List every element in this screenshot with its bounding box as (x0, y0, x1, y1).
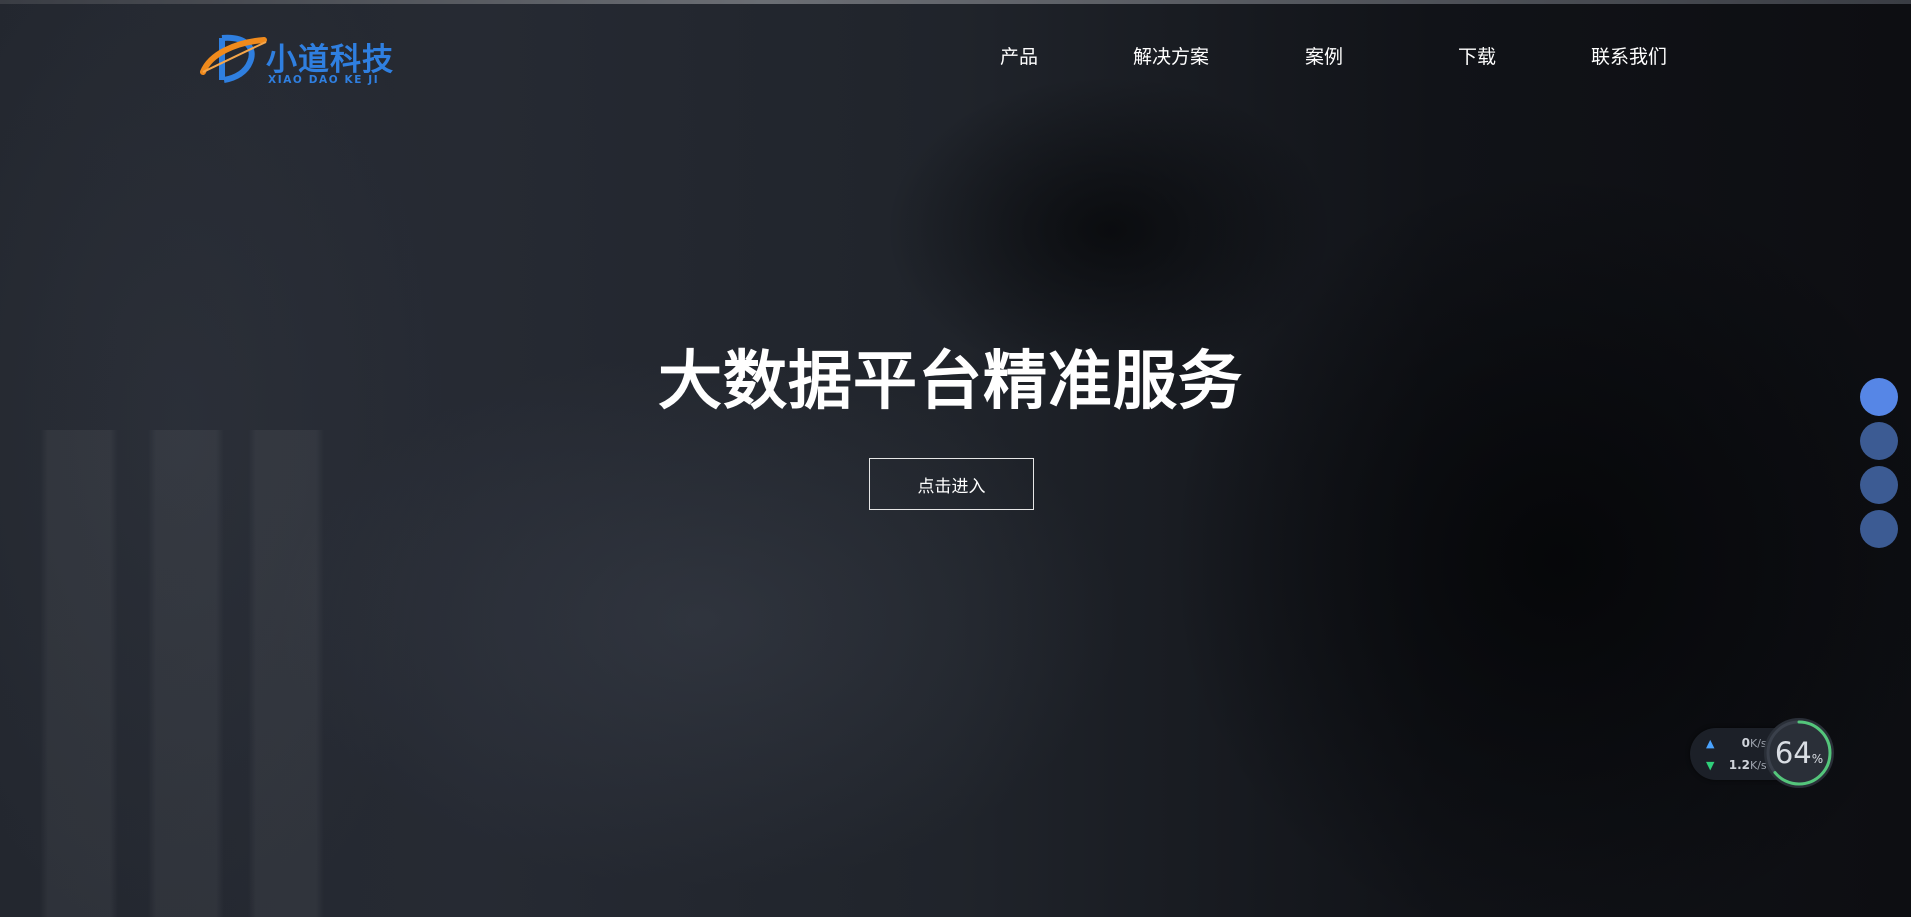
nav-item-solutions[interactable]: 解决方案 (1133, 42, 1209, 69)
upload-speed-value: 0 (1741, 736, 1750, 750)
cpu-percent-number: 64 (1774, 736, 1812, 770)
download-speed: ▼ 1.2K/s (1706, 758, 1767, 772)
download-speed-value: 1.2 (1728, 758, 1750, 772)
top-border (0, 0, 1911, 4)
pager-dot-1[interactable] (1860, 378, 1898, 416)
nav-item-contact[interactable]: 联系我们 (1591, 42, 1667, 69)
arrow-down-icon: ▼ (1706, 759, 1715, 772)
nav-item-cases[interactable]: 案例 (1305, 42, 1343, 69)
pager-dot-4[interactable] (1860, 510, 1898, 548)
arrow-up-icon: ▲ (1706, 737, 1715, 750)
upload-speed: ▲ 0K/s (1706, 736, 1767, 750)
cpu-usage-value: 64% (1762, 736, 1836, 770)
nav-item-download[interactable]: 下载 (1458, 42, 1496, 69)
network-speed-widget[interactable]: ▲ 0K/s ▼ 1.2K/s 64% (1690, 716, 1836, 792)
hero-title: 大数据平台精准服务 (658, 345, 1243, 419)
pager-dot-3[interactable] (1860, 466, 1898, 504)
enter-button[interactable]: 点击进入 (869, 458, 1034, 510)
main-nav: 产品 解决方案 案例 下载 联系我们 (0, 42, 1911, 72)
brand-subtitle: XIAO DAO KE JI (268, 74, 380, 86)
pager-dot-2[interactable] (1860, 422, 1898, 460)
cpu-percent-sign: % (1811, 752, 1824, 766)
nav-item-products[interactable]: 产品 (1000, 42, 1038, 69)
